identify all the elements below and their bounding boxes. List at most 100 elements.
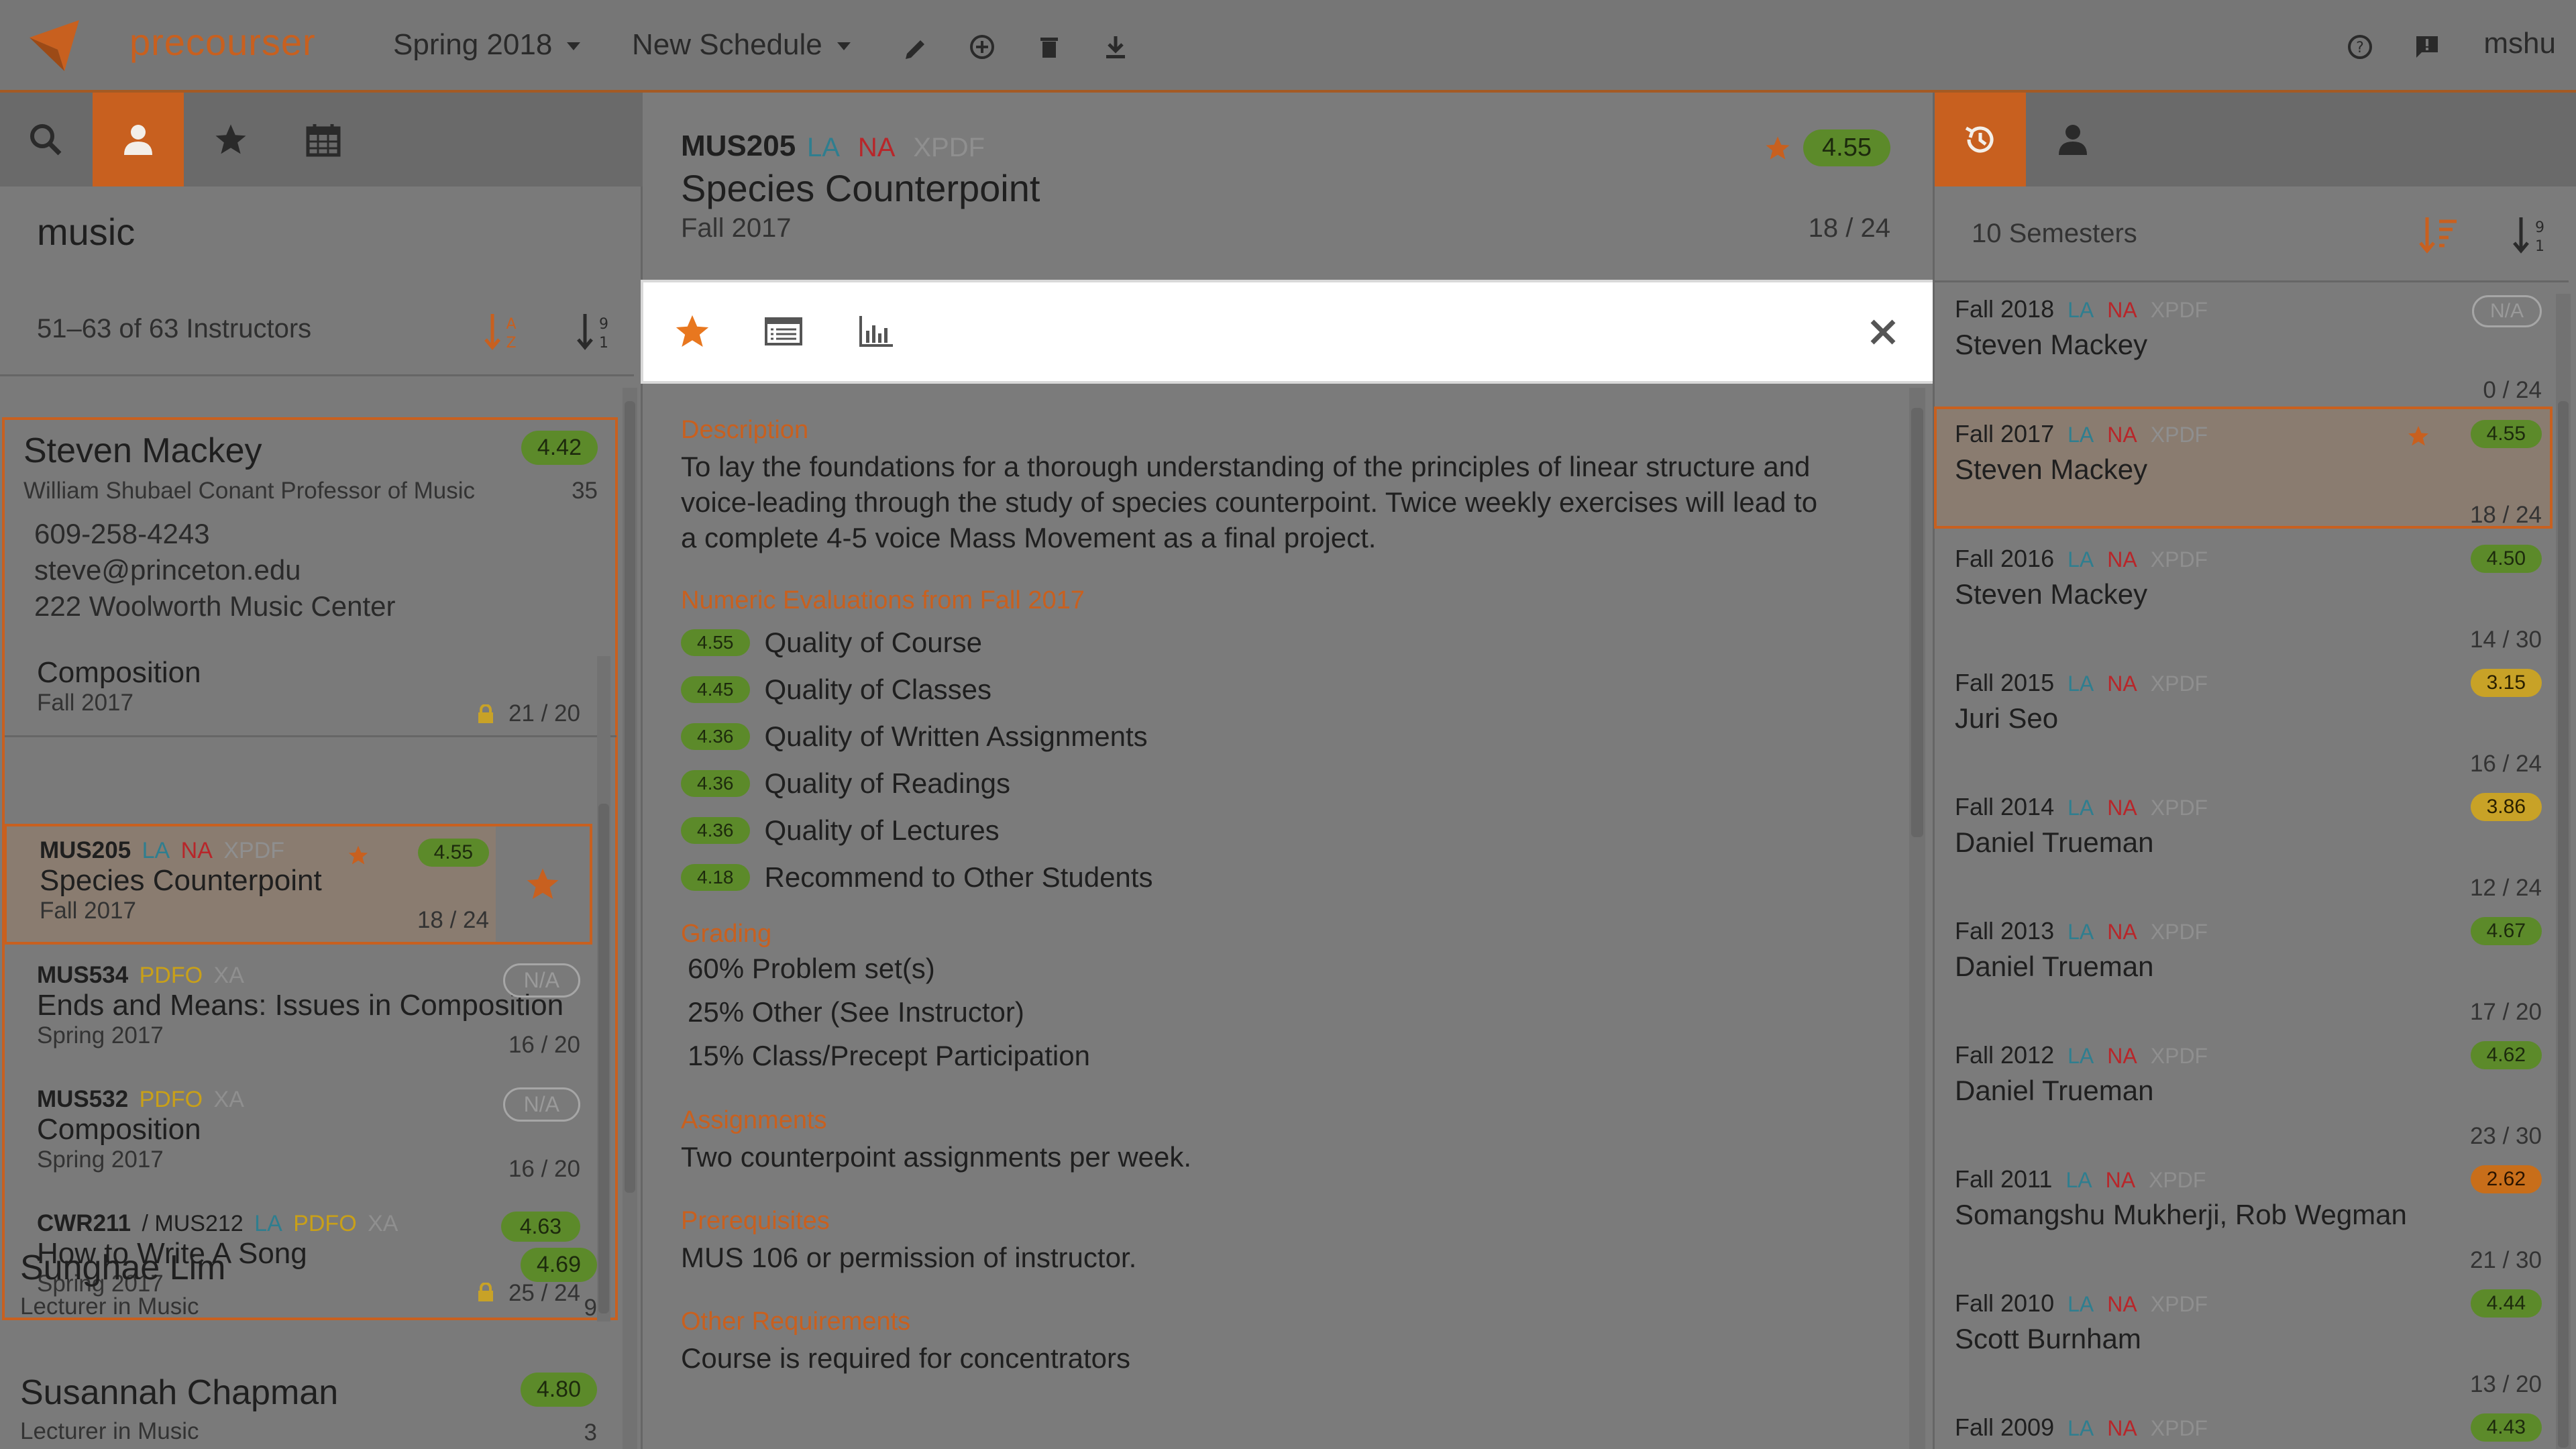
instructor-name: Sunghae Lim (20, 1248, 226, 1287)
help-icon[interactable]: ? (2347, 34, 2373, 60)
semester-item[interactable]: Fall 2013 LA NA XPDF Daniel Trueman 4.67… (1955, 917, 2542, 1038)
grading-item: 15% Class/Precept Participation (688, 1040, 1090, 1071)
semester-instructor: Steven Mackey (1955, 329, 2148, 360)
tab-favorites[interactable] (185, 93, 276, 186)
eval-label: Recommend to Other Students (764, 861, 1153, 893)
list-item[interactable]: MUS534 PDFO XA N/A Ends and Means: Issue… (37, 962, 580, 1058)
favorite-toggle[interactable] (496, 826, 590, 942)
scrollbar-thumb[interactable] (1911, 408, 1923, 837)
semester-item[interactable]: Fall 2012 LA NA XPDF Daniel Trueman 4.62… (1955, 1041, 2542, 1162)
semester-item[interactable]: Fall 2015 LA NA XPDF Juri Seo 3.15 16 / … (1955, 669, 2542, 790)
course-list-scrollbar[interactable] (597, 656, 610, 1322)
semester-item[interactable]: Fall 2017 LA NA XPDF Steven Mackey 4.55 … (1955, 420, 2542, 541)
dist-la: LA (2068, 672, 2094, 696)
search-icon (30, 124, 62, 156)
dist-na: NA (2107, 796, 2137, 820)
tab-instructors[interactable] (93, 93, 184, 186)
list-item[interactable]: Composition Fall 2017 21 / 20 (37, 656, 580, 727)
dist-la: LA (2068, 1044, 2094, 1068)
enrollment: 23 / 30 (2469, 1123, 2542, 1149)
dist-la: LA (2068, 1292, 2094, 1316)
logo-icon[interactable] (27, 17, 83, 74)
semester-dropdown[interactable]: Spring 2018 (393, 28, 581, 62)
dist-la: LA (2068, 547, 2094, 572)
list-item[interactable]: MUS532 PDFO XA N/A Composition Spring 20… (37, 1086, 580, 1182)
dist-xpdf: XPDF (2150, 423, 2208, 447)
dist-xpdf: XPDF (2150, 1044, 2208, 1068)
instructor-office: 222 Woolworth Music Center (34, 590, 396, 622)
semester-item[interactable]: Fall 2011 LA NA XPDF Somangshu Mukherji,… (1955, 1165, 2542, 1286)
rating-badge: 2.62 (2470, 1165, 2542, 1193)
course-count: 35 (572, 478, 598, 504)
rating-badge: 4.55 (2470, 420, 2542, 448)
tab-search[interactable] (0, 93, 91, 186)
score-badge: 4.36 (681, 770, 750, 797)
download-icon[interactable] (1102, 34, 1129, 60)
semester-list-scrollbar[interactable] (2556, 294, 2571, 1449)
star-icon (2408, 426, 2428, 446)
semester-item[interactable]: Fall 2009 LA NA XPDF 4.43 (1955, 1413, 2542, 1449)
semester-item[interactable]: Fall 2010 LA NA XPDF Scott Burnham 4.44 … (1955, 1289, 2542, 1410)
semester-label: Fall 2011 (1955, 1165, 2053, 1193)
dist-na: NA (2107, 920, 2137, 944)
semester-instructor: Steven Mackey (1955, 453, 2148, 485)
semester-item[interactable]: Fall 2014 LA NA XPDF Daniel Trueman 3.86… (1955, 793, 2542, 914)
list-item-selected[interactable]: MUS205 LA NA XPDF Species Counterpoint F… (4, 824, 592, 945)
dist-xpdf: XPDF (2150, 1292, 2208, 1316)
svg-text:A: A (506, 316, 516, 333)
right-tabs (1935, 93, 2576, 186)
detail-scrollbar[interactable] (1909, 388, 1925, 1449)
sort-desc-icon[interactable] (2418, 215, 2458, 255)
enrollment: 21 / 30 (2469, 1247, 2542, 1273)
search-query[interactable]: music (37, 210, 135, 254)
sort-numeric-icon[interactable]: 9 1 (2513, 215, 2551, 255)
enrollment: 13 / 20 (2469, 1371, 2542, 1397)
edit-icon[interactable] (903, 34, 930, 60)
star-icon (215, 124, 246, 154)
eval-label: Quality of Readings (764, 767, 1011, 799)
eval-row: 4.36 Quality of Written Assignments (681, 713, 1888, 760)
list-item[interactable]: Susannah Chapman Lecturer in Music 4.80 … (20, 1373, 597, 1446)
evaluations-chart-icon[interactable] (857, 312, 896, 351)
scrollbar-thumb[interactable] (598, 804, 609, 1313)
tab-history[interactable] (1935, 93, 2026, 186)
semester-instructor: Daniel Trueman (1955, 951, 2154, 982)
instructor-email[interactable]: steve@princeton.edu (34, 554, 301, 586)
history-icon (1965, 126, 1994, 153)
person-icon (124, 125, 152, 155)
semester-item[interactable]: Fall 2018 LA NA XPDF Steven Mackey N/A 0… (1955, 295, 2542, 416)
add-schedule-icon[interactable] (969, 34, 996, 60)
enrollment: 12 / 24 (2469, 875, 2542, 901)
distribution-tags: LA NA XPDF (807, 133, 985, 163)
tab-calendar[interactable] (278, 93, 369, 186)
svg-text:Z: Z (506, 335, 516, 352)
rating-badge: 4.80 (520, 1373, 597, 1407)
scrollbar-thumb[interactable] (625, 401, 635, 1193)
favorite-star-icon[interactable] (673, 312, 712, 351)
semester-item[interactable]: Fall 2016 LA NA XPDF Steven Mackey 4.50 … (1955, 545, 2542, 665)
semester-label: Fall 2017 (1955, 420, 2055, 447)
close-icon[interactable] (1868, 317, 1898, 347)
dist-xa: XA (368, 1211, 398, 1236)
sort-alpha-icon[interactable]: A Z (484, 311, 522, 352)
details-list-icon[interactable] (764, 312, 803, 351)
sort-numeric-icon[interactable]: 9 1 (577, 311, 614, 352)
course-code: MUS205 (681, 129, 796, 162)
scrollbar-thumb[interactable] (2558, 401, 2569, 1448)
enrollment: 17 / 20 (2469, 999, 2542, 1025)
section-label: Other Requirements (681, 1307, 911, 1336)
user-menu[interactable]: mshu (2483, 27, 2556, 60)
enrollment: 16 / 24 (2469, 751, 2542, 777)
trash-icon[interactable] (1036, 34, 1063, 60)
dist-la: LA (2068, 920, 2094, 944)
instructor-list-scrollbar[interactable] (623, 388, 637, 1449)
schedule-label: New Schedule (632, 28, 822, 61)
tab-instructor[interactable] (2027, 93, 2118, 186)
feedback-icon[interactable] (2414, 34, 2440, 60)
grading-item: 60% Problem set(s) (688, 953, 935, 984)
brand-name[interactable]: precourser (129, 20, 316, 64)
rating-badge: 4.44 (2470, 1289, 2542, 1318)
schedule-dropdown[interactable]: New Schedule (632, 28, 851, 62)
section-label: Grading (681, 920, 772, 948)
list-item[interactable]: Sunghae Lim Lecturer in Music 4.69 9 (20, 1248, 597, 1321)
